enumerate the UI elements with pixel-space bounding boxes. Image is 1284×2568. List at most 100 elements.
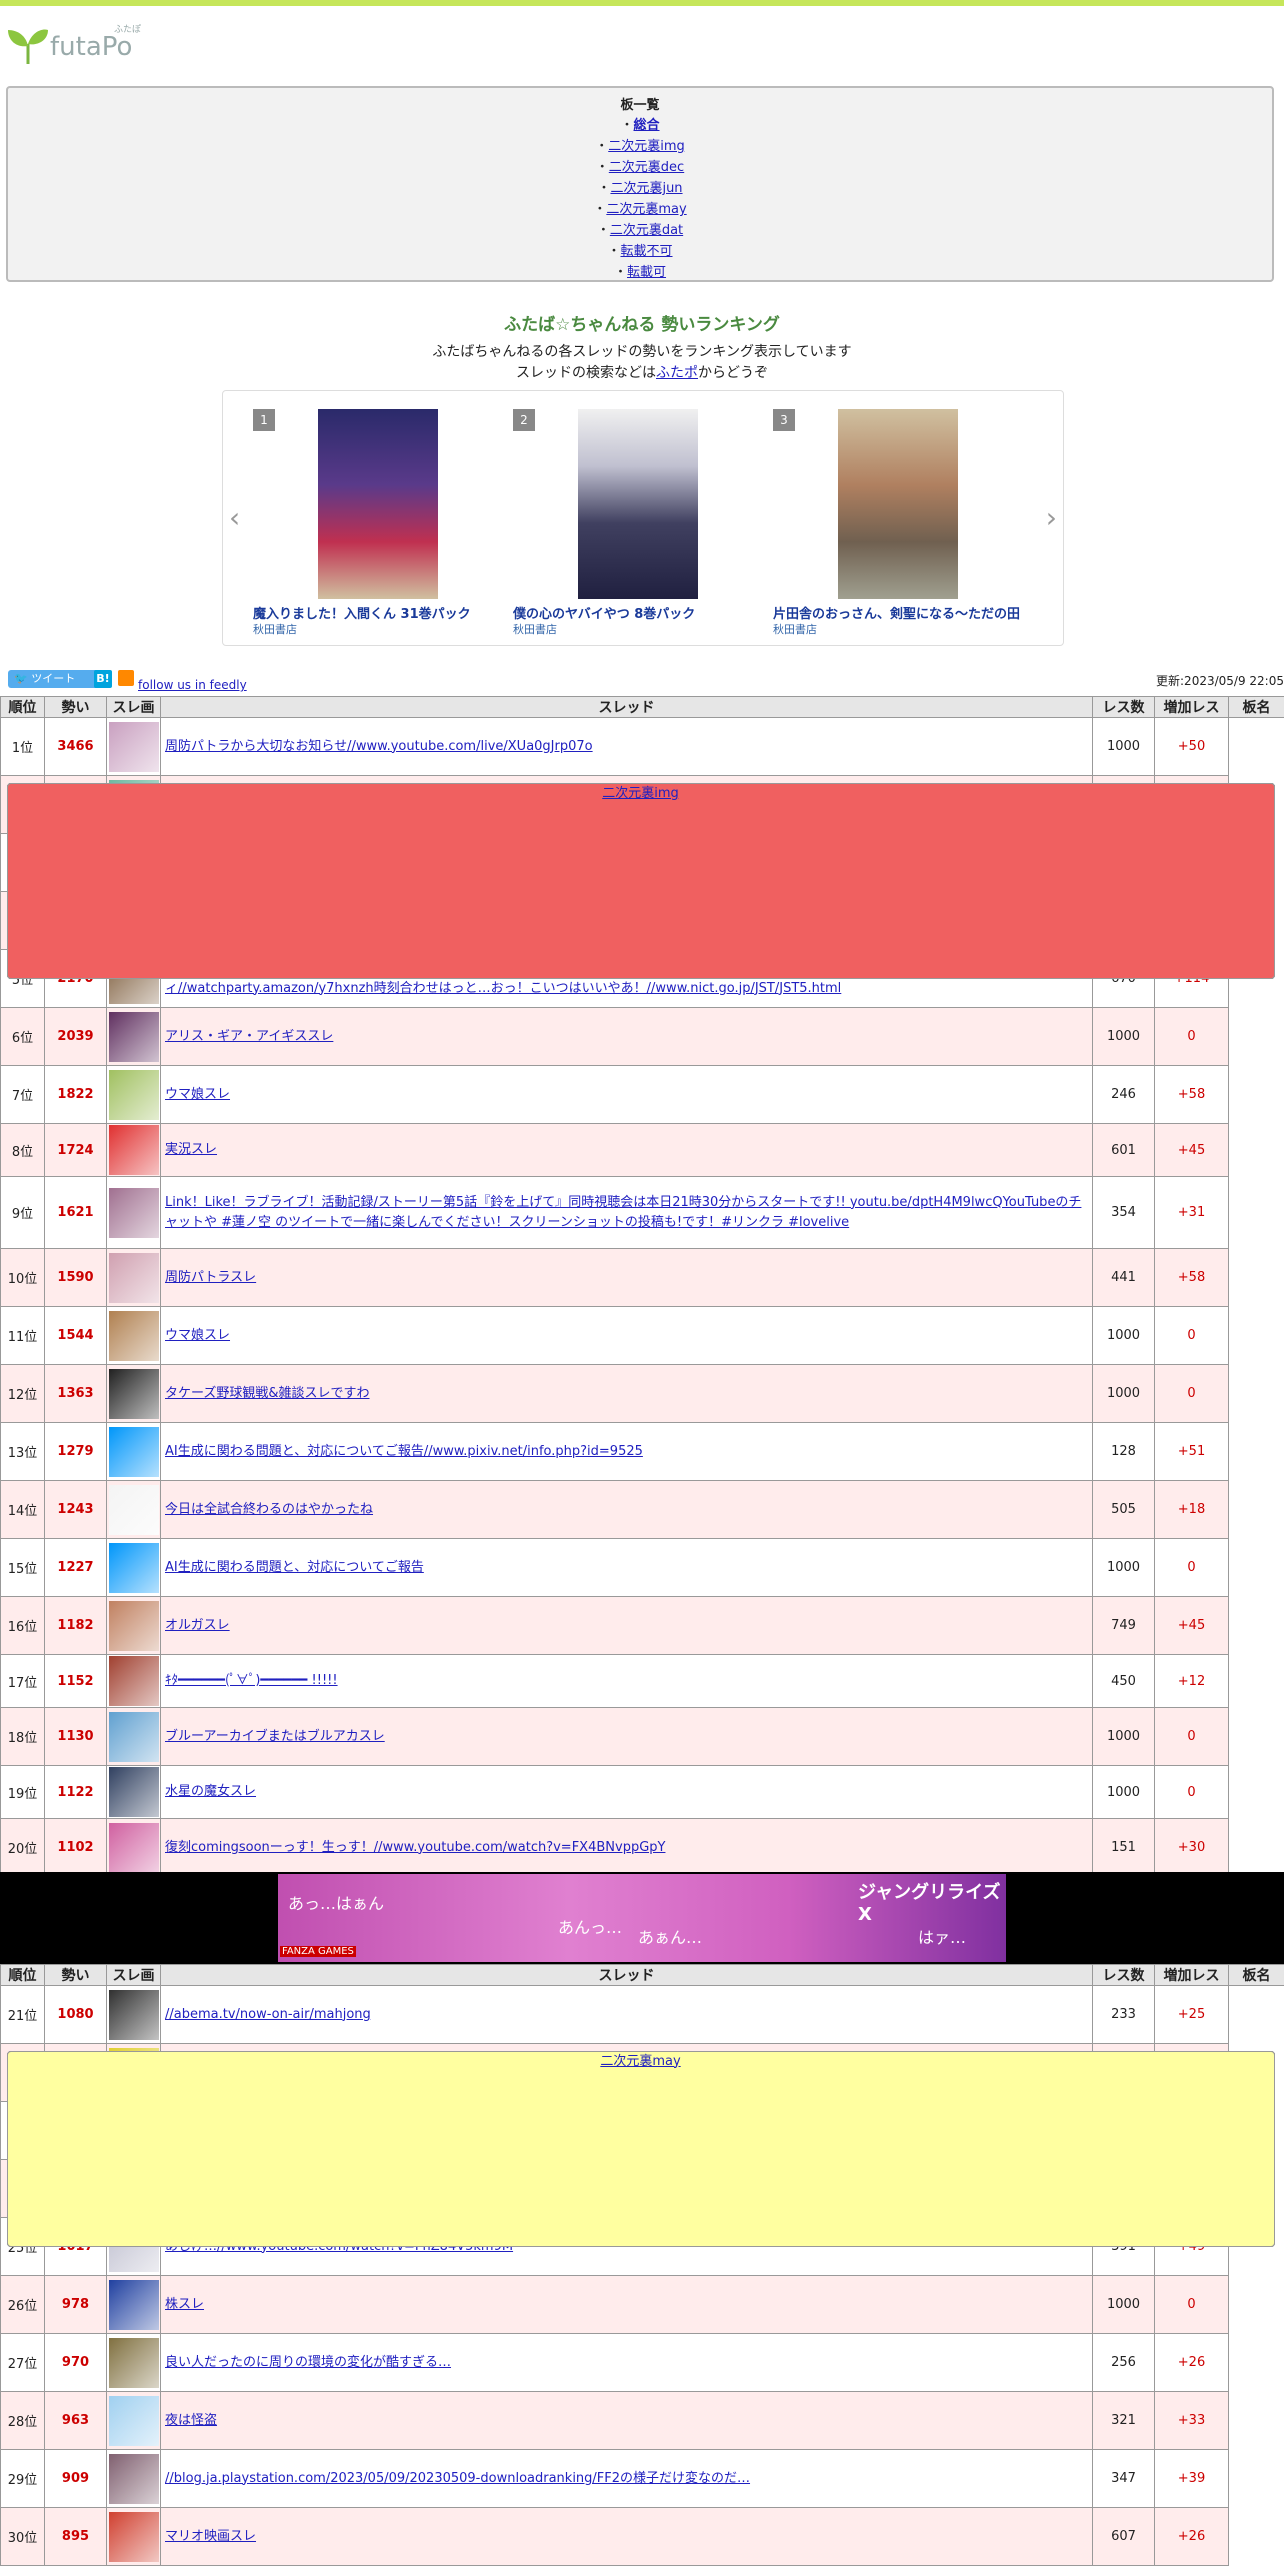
thread-thumbnail-cell: [106, 1065, 161, 1124]
thread-thumbnail-cell: [106, 1596, 161, 1655]
thread-thumbnail[interactable]: [108, 1484, 159, 1535]
board-link[interactable]: 二次元裏dat: [610, 223, 683, 238]
reply-count: 441: [1092, 1248, 1155, 1307]
column-header: 順位: [0, 1964, 45, 1986]
thread-thumbnail[interactable]: [108, 1252, 159, 1303]
board-link[interactable]: 二次元裏img: [608, 139, 685, 154]
tweet-button[interactable]: 🐦 ツイート: [8, 670, 104, 688]
thread-title-link[interactable]: 良い人だったのに周りの環境の変化が酷すぎる…: [165, 2355, 451, 2370]
book-cover-image: [318, 409, 438, 599]
thread-title-cell: 周防パトラから大切なお知らせ//www.youtube.com/live/XUa…: [160, 717, 1093, 776]
board-link[interactable]: 二次元裏dec: [609, 160, 684, 175]
thread-momentum: 895: [44, 2507, 107, 2566]
book-rank-badge: 3: [773, 409, 795, 431]
ad-text: あぁん…: [638, 1928, 703, 1947]
thread-thumbnail[interactable]: [108, 1310, 159, 1361]
thread-thumbnail[interactable]: [108, 721, 159, 772]
hatena-bookmark-button[interactable]: B!: [94, 670, 112, 688]
column-header: 勢い: [44, 696, 107, 718]
thread-thumbnail[interactable]: [108, 2395, 159, 2446]
reply-count: 1000: [1092, 1707, 1155, 1766]
reply-count: 749: [1092, 1596, 1155, 1655]
board-link[interactable]: 転載不可: [621, 244, 673, 259]
thread-title-link[interactable]: ブルーアーカイブまたはブルアカスレ: [165, 1729, 385, 1744]
thread-momentum: 978: [44, 2275, 107, 2334]
reply-increase: +58: [1154, 1065, 1229, 1124]
thread-thumbnail-cell: [106, 1538, 161, 1597]
reply-increase: +12: [1154, 1654, 1229, 1708]
thread-thumbnail[interactable]: [108, 1125, 159, 1175]
thread-thumbnail[interactable]: [108, 1426, 159, 1477]
table-row: 28位963夜は怪盗321+33二次元裏img: [0, 2050, 1284, 2450]
thread-thumbnail[interactable]: [108, 1822, 159, 1873]
thread-title-cell: ウマ娘スレ: [160, 1306, 1093, 1365]
thread-thumbnail[interactable]: [108, 1011, 159, 1062]
book-item[interactable]: 3 片田舎のおっさん、剣聖になる～ただの田 秋田書店: [743, 399, 1020, 639]
thread-title-link[interactable]: 今日は全試合終わるのはやかったね: [165, 1502, 373, 1517]
board-list-item: ・転載可: [613, 265, 667, 280]
rss-icon[interactable]: [118, 670, 134, 686]
thread-thumbnail[interactable]: [108, 1542, 159, 1593]
ad-brand: FANZA GAMES: [280, 1946, 356, 1957]
thread-title-link[interactable]: 水星の魔女スレ: [165, 1784, 256, 1799]
column-header: 順位: [0, 696, 45, 718]
thread-title-link[interactable]: マリオ映画スレ: [165, 2529, 256, 2544]
thread-title-link[interactable]: 夜は怪盗: [165, 2413, 217, 2428]
thread-title-cell: 良い人だったのに周りの環境の変化が酷すぎる…: [160, 2333, 1093, 2392]
thread-thumbnail-cell: [106, 717, 161, 776]
thread-title-link[interactable]: 周防パトラから大切なお知らせ//www.youtube.com/live/XUa…: [165, 739, 593, 754]
ad-banner[interactable]: あっ…はぁん あんっ… あぁん… はァ… ジャングリライズX FANZA GAM…: [278, 1874, 1006, 1962]
thread-title-link[interactable]: ｷﾀ━━━━━━(ﾟ∀ﾟ)━━━━━━ !!!!!: [165, 1673, 338, 1688]
thread-thumbnail[interactable]: [108, 1187, 159, 1238]
thread-title-link[interactable]: アリス・ギア・アイギススレ: [165, 1029, 333, 1044]
thread-title-link[interactable]: Link！Like！ラブライブ！活動記録/ストーリー第5話『鈴を上げて』同時視聴…: [165, 1195, 1081, 1230]
thread-thumbnail[interactable]: [108, 1600, 159, 1651]
thread-title-link[interactable]: 株スレ: [165, 2297, 204, 2312]
board-link[interactable]: 転載可: [627, 265, 666, 280]
board-name-link[interactable]: 二次元裏img: [602, 786, 679, 801]
thread-thumbnail[interactable]: [108, 1711, 159, 1762]
futapo-search-link[interactable]: ふたポ: [656, 365, 698, 381]
carousel-next-icon[interactable]: ›: [1046, 501, 1057, 534]
thread-thumbnail-cell: [106, 1248, 161, 1307]
thread-thumbnail[interactable]: [108, 2511, 159, 2562]
thread-title-link[interactable]: AI生成に関わる問題と、対応についてご報告//www.pixiv.net/inf…: [165, 1444, 643, 1459]
site-logo[interactable]: futaPo ふたぽ: [4, 20, 164, 68]
thread-thumbnail[interactable]: [108, 2337, 159, 2388]
reply-count: 450: [1092, 1654, 1155, 1708]
thread-thumbnail[interactable]: [108, 2453, 159, 2504]
thread-thumbnail[interactable]: [108, 1656, 159, 1706]
thread-title-link[interactable]: オルガスレ: [165, 1618, 230, 1633]
thread-title-link[interactable]: ウマ娘スレ: [165, 1328, 230, 1343]
board-name-link[interactable]: 二次元裏may: [600, 2054, 680, 2069]
feedly-follow-link[interactable]: follow us in feedly: [138, 678, 247, 692]
thread-title-link[interactable]: //blog.ja.playstation.com/2023/05/09/202…: [165, 2471, 750, 2486]
thread-momentum: 970: [44, 2333, 107, 2392]
thread-title-link[interactable]: ウマ娘スレ: [165, 1087, 230, 1102]
table-row: 29位 909 //blog.ja.playstation.com/2023/05/…: [0, 2050, 1284, 2508]
thread-title-link[interactable]: AI生成に関わる問題と、対応についてご報告: [165, 1560, 424, 1575]
table-header-row: 順位 勢い スレ画 スレッド レス数 増加レス 板名: [0, 696, 1284, 718]
thread-title-link[interactable]: 周防パトラスレ: [165, 1270, 256, 1285]
book-publisher: 秋田書店: [773, 623, 817, 636]
rank-position: 6位: [0, 1007, 45, 1066]
board-link[interactable]: 二次元裏may: [606, 202, 686, 217]
book-item[interactable]: 1 魔入りました！入間くん 31巻パック 秋田書店: [223, 399, 473, 639]
thread-title-link[interactable]: 実況スレ: [165, 1142, 217, 1157]
thread-title-link[interactable]: 復刻comingsoonーっす！生っす！//www.youtube.com/wa…: [165, 1840, 665, 1855]
thread-thumbnail-cell: [106, 1818, 161, 1877]
thread-thumbnail[interactable]: [108, 1368, 159, 1419]
rank-position: 1位: [0, 717, 45, 776]
book-item[interactable]: 2 僕の心のヤバイやつ 8巻パック 秋田書店: [483, 399, 733, 639]
thread-thumbnail[interactable]: [108, 1069, 159, 1120]
thread-thumbnail[interactable]: [108, 2279, 159, 2330]
table-row: 15位1227AI生成に関わる問題と、対応についてご報告10000二次元裏may: [0, 782, 1284, 1597]
thread-thumbnail[interactable]: [108, 1767, 159, 1817]
thread-title-link[interactable]: //abema.tv/now-on-air/mahjong: [165, 2007, 371, 2022]
reply-increase: +33: [1154, 2391, 1229, 2450]
ad-game-logo: ジャングリライズX: [858, 1882, 1001, 1925]
thread-thumbnail[interactable]: [108, 1989, 159, 2040]
thread-title-link[interactable]: タケーズ野球観戦&雑談スレですわ: [165, 1386, 370, 1401]
board-link[interactable]: 二次元裏jun: [610, 181, 682, 196]
board-link[interactable]: 総合: [634, 118, 660, 133]
